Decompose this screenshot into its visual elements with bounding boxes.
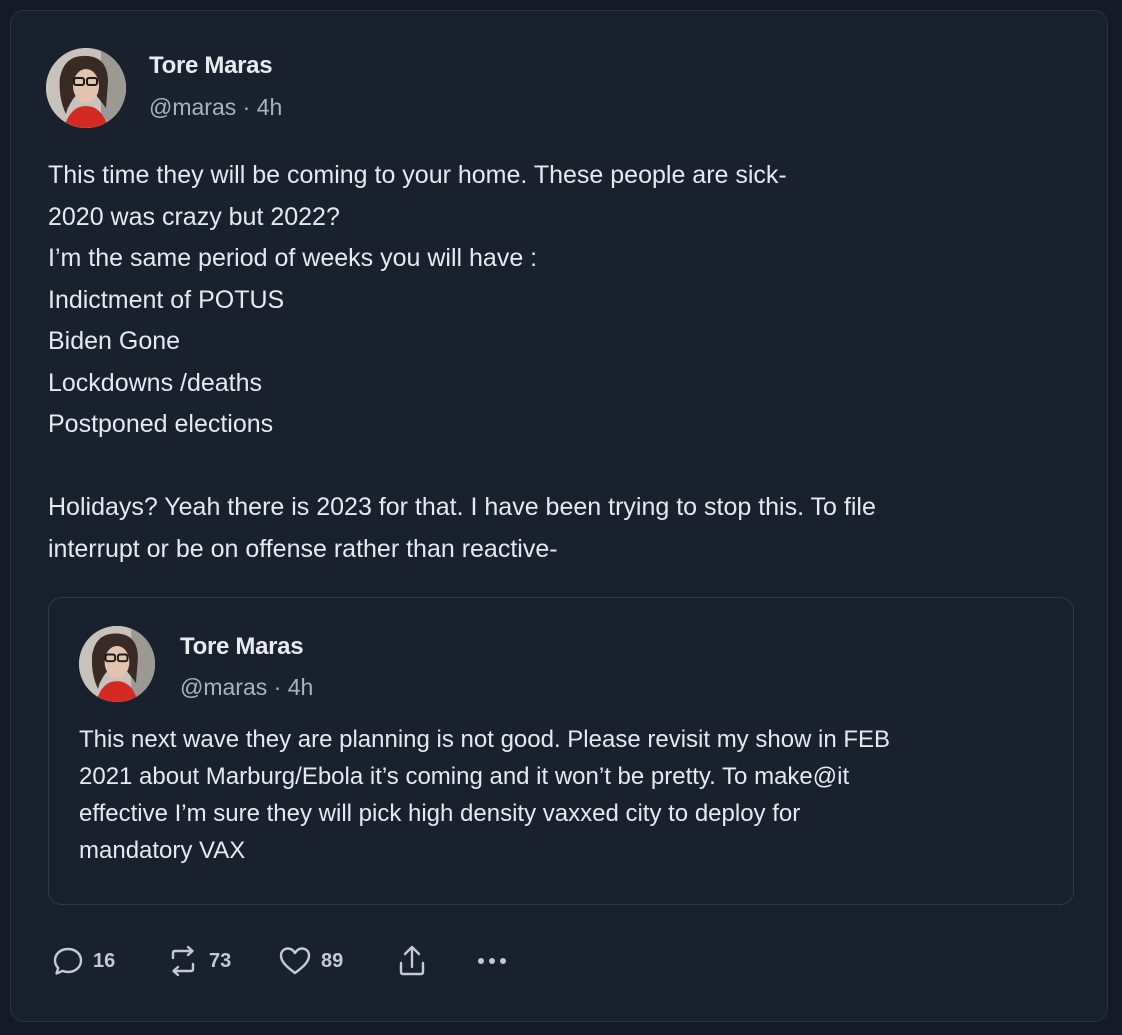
like-button[interactable]: 89 xyxy=(277,939,343,983)
author-handle-time[interactable]: @maras · 4h xyxy=(149,93,282,121)
reply-button[interactable]: 16 xyxy=(51,939,115,983)
post-body-line: This time they will be coming to your ho… xyxy=(48,161,787,189)
avatar-image xyxy=(46,48,126,128)
quoted-post-body: This next wave they are planning is not … xyxy=(79,721,890,869)
post-body-line: Indictment of POTUS xyxy=(48,285,285,314)
quoted-post[interactable]: Tore Maras @maras · 4h This next wave th… xyxy=(48,597,1074,905)
post-body-line: Postponed elections xyxy=(48,410,274,438)
post-body-line: Biden Gone xyxy=(48,327,181,355)
repost-icon xyxy=(171,945,195,977)
quoted-body-line: 2021 about Marburg/Ebola it’s coming and… xyxy=(79,763,850,790)
post-body-line: I’m the same period of weeks you will ha… xyxy=(48,244,538,272)
more-button[interactable] xyxy=(471,939,513,983)
quoted-author-handle-time[interactable]: @maras · 4h xyxy=(180,673,313,701)
avatar-image xyxy=(79,626,155,702)
post-body: This time they will be coming to your ho… xyxy=(48,155,876,570)
author-name[interactable]: Tore Maras xyxy=(149,52,273,80)
heart-icon xyxy=(279,947,311,975)
share-button[interactable] xyxy=(395,939,429,983)
reply-count: 16 xyxy=(93,949,116,972)
post-body-line: 2020 was crazy but 2022? xyxy=(48,202,340,231)
quoted-body-line: mandatory VAX xyxy=(79,837,246,864)
author-avatar[interactable] xyxy=(46,48,126,128)
like-count: 89 xyxy=(321,949,344,972)
post-body-line: interrupt or be on offense rather than r… xyxy=(48,534,558,563)
quoted-body-line: This next wave they are planning is not … xyxy=(79,726,891,753)
reply-icon xyxy=(53,947,83,975)
action-bar: 16 73 89 xyxy=(51,939,551,983)
post-body-line: Holidays? Yeah there is 2023 for that. I… xyxy=(48,493,876,521)
more-icon xyxy=(478,958,506,964)
quoted-author-avatar[interactable] xyxy=(79,626,155,702)
repost-button[interactable]: 73 xyxy=(165,939,231,983)
share-icon xyxy=(399,945,425,976)
repost-count: 73 xyxy=(209,949,232,972)
quoted-body-line: effective I’m sure they will pick high d… xyxy=(79,800,801,827)
post-card[interactable]: Tore Maras @maras · 4h This time they wi… xyxy=(10,10,1108,1022)
post-body-spacer xyxy=(48,446,876,488)
quoted-author-name[interactable]: Tore Maras xyxy=(180,633,304,661)
post-body-line: Lockdowns /deaths xyxy=(48,368,263,397)
